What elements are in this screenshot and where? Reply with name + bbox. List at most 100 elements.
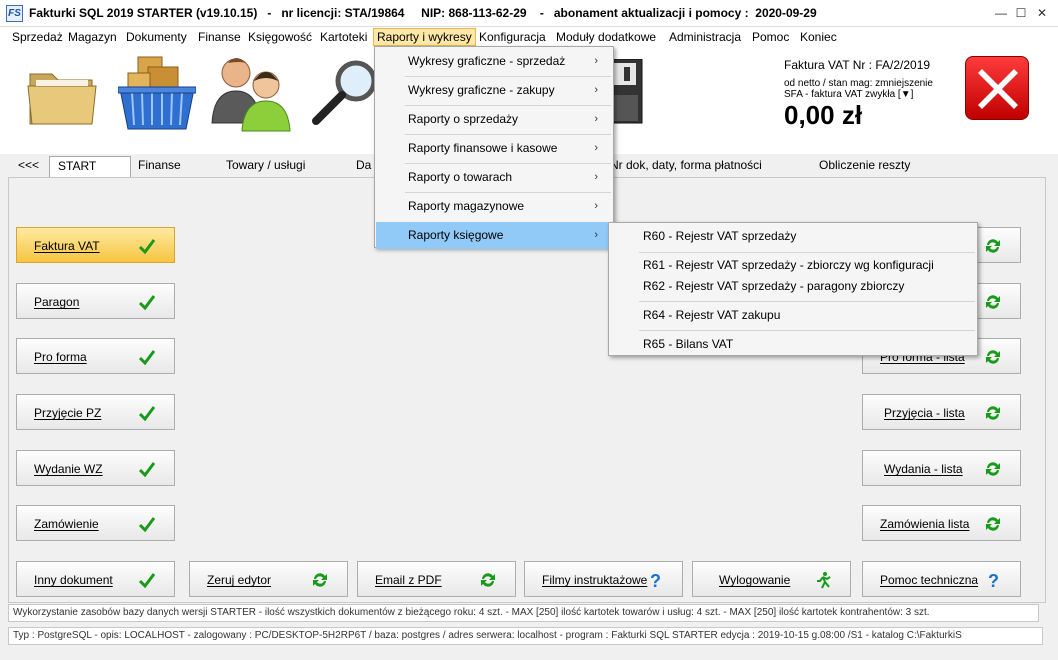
submenu-item-r61[interactable]: R61 - Rejestr VAT sprzedaży - zbiorczy w…: [610, 254, 976, 276]
menu-item-raporty-ksiegowe[interactable]: Raporty księgowe ›: [376, 222, 612, 249]
menu-konfiguracja[interactable]: Konfiguracja: [476, 28, 549, 46]
przyjecia-lista-button[interactable]: Przyjęcia - lista: [862, 394, 1021, 430]
title-bar: FS Fakturki SQL 2019 STARTER (v19.10.15)…: [0, 0, 1058, 27]
submenu-item-r60[interactable]: R60 - Rejestr VAT sprzedaży: [610, 225, 976, 247]
pro-forma-button[interactable]: Pro forma: [16, 338, 175, 374]
inny-dokument-button[interactable]: Inny dokument: [16, 561, 175, 597]
submenu-item-r62[interactable]: R62 - Rejestr VAT sprzedaży - paragony z…: [610, 275, 976, 297]
tab-back[interactable]: <<<: [18, 158, 39, 172]
chevron-right-icon: ›: [594, 200, 598, 212]
button-label: Zamówienie: [34, 517, 99, 531]
menu-ksiegowosc[interactable]: Księgowość: [245, 28, 315, 46]
menu-item-wykresy-zakupy[interactable]: Wykresy graficzne - zakupy ›: [376, 77, 612, 104]
maximize-icon[interactable]: ☐: [1010, 4, 1032, 22]
invoice-number: Faktura VAT Nr : FA/2/2019: [784, 58, 931, 72]
chevron-right-icon: ›: [594, 113, 598, 125]
wydania-lista-button[interactable]: Wydania - lista: [862, 450, 1021, 486]
tab-obliczenie-reszty[interactable]: Obliczenie reszty: [819, 158, 910, 172]
window-title: Fakturki SQL 2019 STARTER (v19.10.15) - …: [29, 6, 817, 20]
minimize-icon[interactable]: —: [990, 4, 1012, 22]
wydanie-wz-button[interactable]: Wydanie WZ: [16, 450, 175, 486]
refresh-icon: [986, 517, 1000, 531]
submenu-item-r64[interactable]: R64 - Rejestr VAT zakupu: [610, 304, 976, 326]
help-question-icon: ?: [988, 571, 999, 589]
invoice-amount: 0,00 zł: [784, 100, 863, 130]
tab-dane[interactable]: Da: [356, 158, 371, 172]
close-icon[interactable]: ✕: [1031, 4, 1053, 22]
menu-pomoc[interactable]: Pomoc: [749, 28, 792, 46]
zamowienie-button[interactable]: Zamówienie: [16, 505, 175, 541]
menu-item-label: Wykresy graficzne - zakupy: [408, 83, 555, 97]
submenu-item-r65[interactable]: R65 - Bilans VAT: [610, 333, 976, 355]
chevron-right-icon: ›: [594, 142, 598, 154]
tab-towary-uslugi[interactable]: Towary / usługi: [226, 158, 305, 172]
refresh-icon: [986, 350, 1000, 364]
menu-moduly-dodatkowe[interactable]: Moduły dodatkowe: [553, 28, 659, 46]
przyjecie-pz-button[interactable]: Przyjęcie PZ: [16, 394, 175, 430]
button-label: Wydanie WZ: [34, 462, 103, 476]
menu-item-raporty-finansowe[interactable]: Raporty finansowe i kasowe ›: [376, 135, 612, 162]
menu-item-raporty-sprzedaz[interactable]: Raporty o sprzedaży ›: [376, 106, 612, 133]
button-label: Wylogowanie: [719, 573, 791, 587]
menu-koniec[interactable]: Koniec: [797, 28, 840, 46]
tab-nr-dok[interactable]: Nr dok, daty, forma płatności: [610, 158, 762, 172]
check-icon: [138, 573, 156, 589]
menu-item-raporty-towary[interactable]: Raporty o towarach ›: [376, 164, 612, 191]
shopping-basket-icon[interactable]: [118, 53, 196, 133]
menu-item-label: Raporty finansowe i kasowe: [408, 141, 558, 155]
menu-finanse[interactable]: Finanse: [195, 28, 244, 46]
check-icon: [138, 406, 156, 422]
refresh-icon: [986, 406, 1000, 420]
menu-item-wykresy-sprzedaz[interactable]: Wykresy graficzne - sprzedaż ›: [376, 48, 612, 75]
button-label: Email z PDF: [375, 573, 442, 587]
magnifier-icon[interactable]: [310, 59, 376, 129]
button-label: Pro forma: [34, 350, 87, 364]
menu-item-label: Raporty o sprzedaży: [408, 112, 519, 126]
invoice-type-select[interactable]: SFA - faktura VAT zwykła [▼]: [784, 89, 913, 100]
button-label: Zeruj edytor: [207, 573, 272, 587]
menu-item-label: Wykresy graficzne - sprzedaż: [408, 54, 566, 68]
button-label: Filmy instruktażowe: [542, 573, 648, 587]
menu-bar: Sprzedaż Magazyn Dokumenty Finanse Księg…: [0, 27, 1058, 47]
tab-finanse[interactable]: Finanse: [138, 158, 181, 172]
connection-status: Typ : PostgreSQL - opis: LOCALHOST - zal…: [8, 627, 1043, 645]
refresh-icon: [986, 462, 1000, 476]
button-label: Przyjęcie PZ: [34, 406, 102, 420]
red-x-icon: [978, 69, 1018, 109]
email-z-pdf-button[interactable]: Email z PDF: [357, 561, 516, 597]
menu-separator: [639, 301, 975, 302]
menu-administracja[interactable]: Administracja: [666, 28, 744, 46]
button-label: Przyjęcia - lista: [884, 406, 965, 420]
menu-separator: [639, 330, 975, 331]
refresh-icon: [986, 295, 1000, 309]
app-icon: FS: [6, 5, 23, 22]
wylogowanie-button[interactable]: Wylogowanie: [692, 561, 851, 597]
button-label: Inny dokument: [34, 573, 113, 587]
button-label: Pomoc techniczna: [880, 573, 979, 587]
close-document-button[interactable]: [965, 56, 1029, 120]
refresh-icon: [481, 573, 495, 587]
menu-magazyn[interactable]: Magazyn: [65, 28, 120, 46]
menu-kartoteki[interactable]: Kartoteki: [317, 28, 370, 46]
filmy-instruktazowe-button[interactable]: Filmy instruktażowe ?: [524, 561, 683, 597]
faktura-vat-button[interactable]: Faktura VAT: [16, 227, 175, 263]
chevron-right-icon: ›: [594, 171, 598, 183]
folder-icon[interactable]: [26, 64, 98, 128]
check-icon: [138, 462, 156, 478]
menu-raporty-i-wykresy[interactable]: Raporty i wykresy: [373, 28, 476, 46]
menu-sprzedaz[interactable]: Sprzedaż: [9, 28, 66, 46]
running-man-icon: [817, 572, 831, 589]
zamowienia-lista-button[interactable]: Zamówienia lista: [862, 505, 1021, 541]
users-icon[interactable]: [208, 53, 294, 133]
menu-item-label: Raporty o towarach: [408, 170, 513, 184]
zeruj-edytor-button[interactable]: Zeruj edytor: [189, 561, 348, 597]
menu-dokumenty[interactable]: Dokumenty: [123, 28, 190, 46]
menu-item-raporty-magazynowe[interactable]: Raporty magazynowe ›: [376, 193, 612, 220]
paragon-button[interactable]: Paragon: [16, 283, 175, 319]
menu-separator: [639, 252, 975, 253]
check-icon: [138, 350, 156, 366]
raporty-ksiegowe-submenu: R60 - Rejestr VAT sprzedaży R61 - Rejest…: [608, 222, 978, 356]
pomoc-techniczna-button[interactable]: Pomoc techniczna ?: [862, 561, 1021, 597]
menu-item-label: Raporty magazynowe: [408, 199, 525, 213]
chevron-right-icon: ›: [594, 55, 598, 67]
